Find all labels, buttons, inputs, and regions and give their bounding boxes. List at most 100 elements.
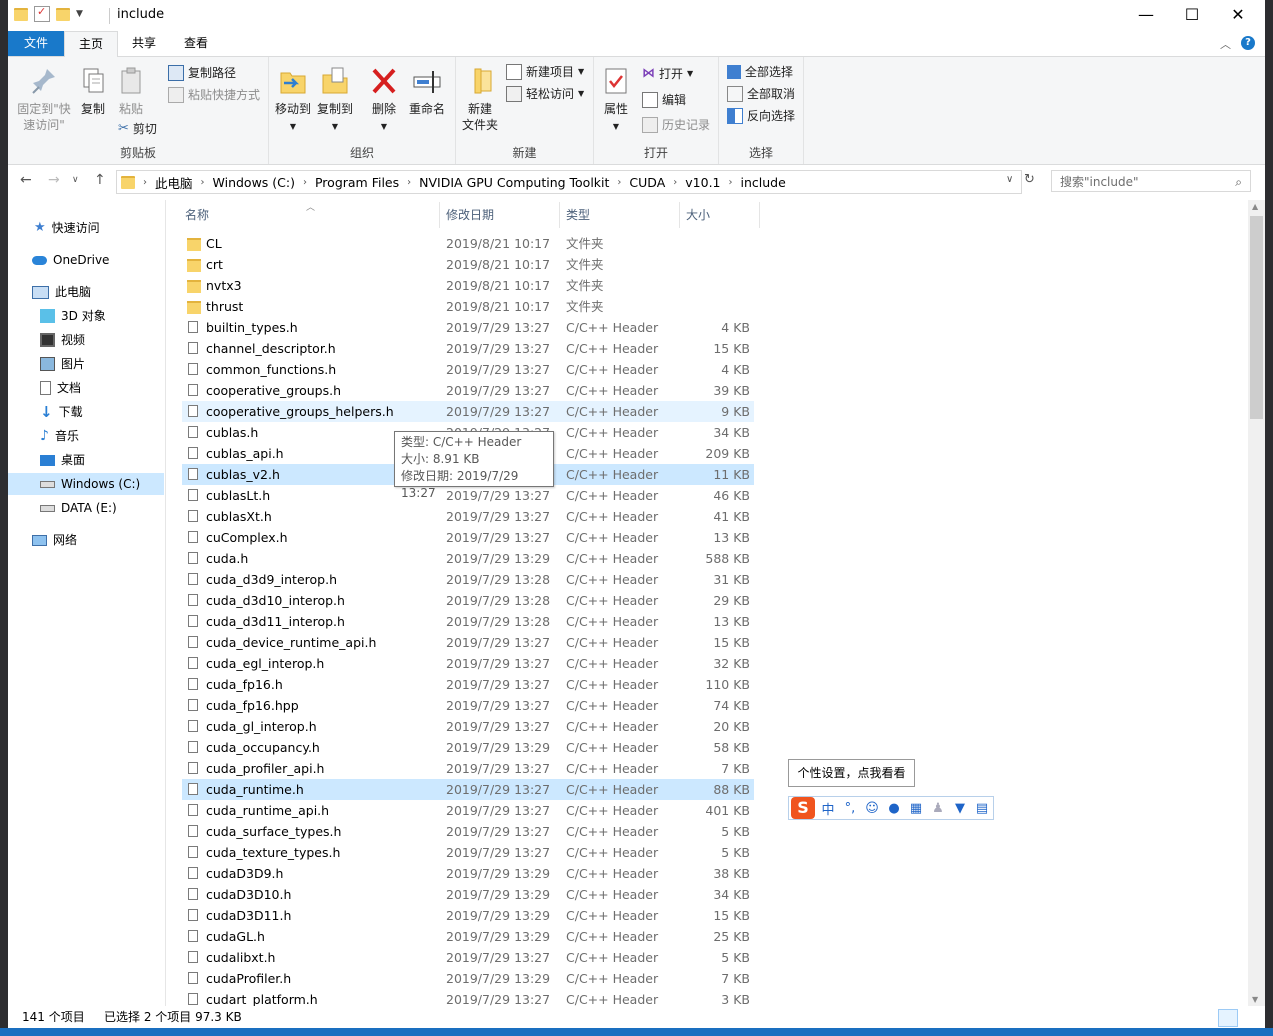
breadcrumb-windows-c[interactable]: Windows (C:)	[213, 175, 295, 190]
nav-windows-c[interactable]: Windows (C:)	[8, 473, 164, 495]
scroll-down-icon[interactable]: ▼	[1252, 995, 1258, 1004]
table-row[interactable]: cudaGL.h 2019/7/29 13:29 C/C++ Header 25 KB	[182, 926, 754, 947]
collapse-ribbon-icon[interactable]: ︿	[1220, 36, 1231, 52]
chevron-right-icon[interactable]: ›	[143, 177, 147, 188]
nav-desktop[interactable]: 桌面	[40, 449, 85, 471]
nav-this-pc[interactable]: 此电脑	[32, 281, 91, 303]
nav-network[interactable]: 网络	[32, 529, 77, 551]
table-row[interactable]: cuda_profiler_api.h 2019/7/29 13:27 C/C++ …	[182, 758, 754, 779]
table-row[interactable]: cooperative_groups.h 2019/7/29 13:27 C/C++…	[182, 380, 754, 401]
table-row[interactable]: cuComplex.h 2019/7/29 13:27 C/C++ Header 13…	[182, 527, 754, 548]
new-folder-button[interactable]: 新建 文件夹	[458, 61, 502, 133]
column-header-type[interactable]: 类型	[566, 206, 590, 223]
table-row[interactable]: cuda_runtime_api.h 2019/7/29 13:27 C/C++ H…	[182, 800, 754, 821]
sogou-logo-icon[interactable]: S	[791, 797, 815, 819]
copy-path-button[interactable]: 复制路径	[168, 63, 236, 83]
nav-videos[interactable]: 视频	[40, 329, 85, 351]
breadcrumb-cuda[interactable]: CUDA	[629, 175, 665, 190]
table-row[interactable]: cuda_d3d9_interop.h 2019/7/29 13:28 C/C++ …	[182, 569, 754, 590]
ime-punctuation-toggle[interactable]: °,	[841, 801, 859, 816]
tab-view[interactable]: 查看	[170, 31, 222, 56]
table-row[interactable]: cuda_d3d11_interop.h 2019/7/29 13:28 C/C++…	[182, 611, 754, 632]
column-header-size[interactable]: 大小	[686, 206, 710, 223]
copy-button[interactable]: 复制	[76, 61, 110, 117]
table-row[interactable]: cudalibxt.h 2019/7/29 13:27 C/C++ Header 5 …	[182, 947, 754, 968]
table-row[interactable]: cuda_occupancy.h 2019/7/29 13:29 C/C++ Hea…	[182, 737, 754, 758]
chevron-right-icon[interactable]: ›	[407, 177, 411, 188]
move-to-button[interactable]: 移动到 ▼	[273, 61, 313, 135]
chevron-right-icon[interactable]: ›	[617, 177, 621, 188]
table-row[interactable]: cuda_d3d10_interop.h 2019/7/29 13:28 C/C++…	[182, 590, 754, 611]
table-row[interactable]: cudaD3D11.h 2019/7/29 13:29 C/C++ Header 15…	[182, 905, 754, 926]
scrollbar-thumb[interactable]	[1250, 216, 1263, 419]
microphone-icon[interactable]: ●	[885, 801, 903, 816]
edit-button[interactable]: 编辑	[642, 90, 686, 110]
details-view-icon[interactable]	[1218, 1009, 1238, 1027]
breadcrumb-include[interactable]: include	[741, 175, 786, 190]
chevron-right-icon[interactable]: ›	[201, 177, 205, 188]
breadcrumb-v10-1[interactable]: v10.1	[685, 175, 720, 190]
vertical-scrollbar[interactable]: ▲ ▼	[1248, 200, 1265, 1006]
skin-shirt-icon[interactable]: ▼	[951, 801, 969, 816]
properties-check-icon[interactable]: ✓	[34, 5, 50, 22]
invert-selection-button[interactable]: 反向选择	[727, 106, 795, 126]
nav-pictures[interactable]: 图片	[40, 353, 85, 375]
refresh-icon[interactable]: ↻	[1024, 172, 1040, 192]
tab-share[interactable]: 共享	[118, 31, 170, 56]
column-divider[interactable]	[439, 202, 440, 228]
chevron-right-icon[interactable]: ›	[303, 177, 307, 188]
address-dropdown-icon[interactable]: ∨	[1006, 174, 1013, 185]
pin-quick-access-button[interactable]: 固定到"快 速访问"	[14, 61, 74, 133]
user-icon[interactable]: ♟	[929, 801, 947, 816]
column-header-date[interactable]: 修改日期	[446, 206, 494, 223]
column-divider[interactable]	[679, 202, 680, 228]
properties-button[interactable]: 属性 ▼	[598, 61, 634, 135]
up-arrow-icon[interactable]: ↑	[94, 172, 106, 188]
paste-shortcut-button[interactable]: 粘贴快捷方式	[168, 85, 260, 105]
nav-downloads[interactable]: ↓ 下载	[40, 401, 83, 423]
back-arrow-icon[interactable]: ←	[20, 172, 32, 188]
column-header-name[interactable]: 名称	[185, 206, 209, 223]
easy-access-button[interactable]: 轻松访问 ▼	[506, 84, 584, 104]
scroll-up-icon[interactable]: ▲	[1252, 202, 1258, 211]
cut-button[interactable]: ✂ 剪切	[118, 119, 157, 139]
chevron-right-icon[interactable]: ›	[673, 177, 677, 188]
table-row[interactable]: cuda_egl_interop.h 2019/7/29 13:27 C/C++ H…	[182, 653, 754, 674]
breadcrumb-program-files[interactable]: Program Files	[315, 175, 399, 190]
table-row[interactable]: builtin_types.h 2019/7/29 13:27 C/C++ Head…	[182, 317, 754, 338]
table-row[interactable]: cudaD3D9.h 2019/7/29 13:29 C/C++ Header 38 …	[182, 863, 754, 884]
breadcrumb-this-pc[interactable]: 此电脑	[155, 173, 193, 192]
nav-onedrive[interactable]: OneDrive	[32, 249, 109, 271]
toolbox-icon[interactable]: ▤	[973, 801, 991, 816]
ime-mode-toggle[interactable]: 中	[819, 799, 837, 818]
ime-tip-bubble[interactable]: 个性设置，点我看看	[788, 759, 915, 787]
select-all-button[interactable]: 全部选择	[727, 62, 793, 82]
qat-dropdown-icon[interactable]: ▼	[76, 9, 83, 19]
table-row[interactable]: cuda_surface_types.h 2019/7/29 13:27 C/C++…	[182, 821, 754, 842]
minimize-button[interactable]: —	[1123, 0, 1169, 31]
emoji-icon[interactable]: ☺	[863, 801, 881, 816]
nav-3d-objects[interactable]: 3D 对象	[40, 305, 106, 327]
new-item-button[interactable]: 新建项目 ▼	[506, 62, 584, 82]
nav-quick-access[interactable]: ★ 快速访问	[34, 217, 100, 239]
column-divider[interactable]	[559, 202, 560, 228]
nav-data-e[interactable]: DATA (E:)	[40, 497, 117, 519]
table-row[interactable]: cooperative_groups_helpers.h 2019/7/29 13…	[182, 401, 754, 422]
table-row[interactable]: cuda_device_runtime_api.h 2019/7/29 13:27…	[182, 632, 754, 653]
large-icons-view-icon[interactable]	[1240, 1009, 1258, 1025]
paste-button[interactable]: 粘贴	[114, 61, 148, 117]
rename-button[interactable]: 重命名	[405, 61, 449, 117]
delete-button[interactable]: 删除 ▼	[367, 61, 401, 135]
select-none-button[interactable]: 全部取消	[727, 84, 795, 104]
recent-dropdown-icon[interactable]: ∨	[72, 175, 79, 185]
table-row[interactable]: nvtx3 2019/8/21 10:17 文件夹	[182, 275, 754, 296]
breadcrumb-nvidia-toolkit[interactable]: NVIDIA GPU Computing Toolkit	[419, 175, 609, 190]
help-icon[interactable]: ?	[1241, 36, 1255, 50]
close-button[interactable]: ✕	[1215, 0, 1261, 31]
table-row[interactable]: CL 2019/8/21 10:17 文件夹	[182, 233, 754, 254]
chevron-right-icon[interactable]: ›	[729, 177, 733, 188]
table-row[interactable]: cudaD3D10.h 2019/7/29 13:29 C/C++ Header 34…	[182, 884, 754, 905]
table-row[interactable]: cuda_fp16.h 2019/7/29 13:27 C/C++ Header 11…	[182, 674, 754, 695]
tab-file[interactable]: 文件	[8, 31, 64, 56]
search-input[interactable]: 搜索"include" ⌕	[1051, 170, 1251, 192]
